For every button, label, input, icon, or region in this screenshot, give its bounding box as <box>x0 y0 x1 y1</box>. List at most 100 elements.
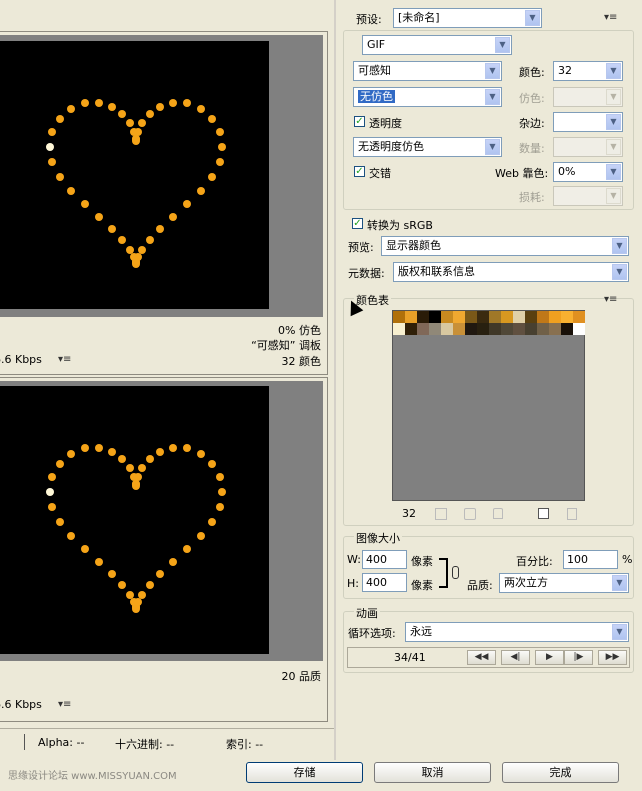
color-table-menu-icon[interactable]: ▾≡ <box>604 294 617 305</box>
matte-select[interactable]: ▼ <box>553 112 623 132</box>
heart-dot <box>145 455 154 464</box>
top-preview-canvas[interactable] <box>0 41 269 309</box>
heart-dot <box>197 531 206 540</box>
interlaced-label: 交错 <box>369 167 391 180</box>
heart-dot <box>94 557 103 566</box>
palette-select[interactable]: 可感知 ▼ <box>353 61 502 81</box>
color-swatch[interactable] <box>441 311 453 323</box>
color-swatch[interactable] <box>549 311 561 323</box>
color-swatch[interactable] <box>561 323 573 335</box>
web-snap-select[interactable]: 0% ▼ <box>553 162 623 182</box>
dither-select[interactable]: 无仿色 ▼ <box>353 87 502 107</box>
interlaced-checkbox[interactable]: ✓ <box>354 166 365 177</box>
top-preview-pane: 0% 仿色 “可感知” 调板 6.6 Kbps ▾≡ 32 颜色 <box>0 31 328 375</box>
color-swatch[interactable] <box>573 311 585 323</box>
metadata-select[interactable]: 版权和联系信息 ▼ <box>393 262 629 282</box>
metadata-label: 元数据: <box>348 267 385 280</box>
color-swatch[interactable] <box>441 323 453 335</box>
heart-dot <box>48 127 57 136</box>
color-swatch[interactable] <box>561 311 573 323</box>
first-frame-button[interactable]: ◀◀ <box>467 650 496 665</box>
status-divider <box>24 734 25 750</box>
color-swatch[interactable] <box>489 323 501 335</box>
color-swatch[interactable] <box>537 323 549 335</box>
width-field[interactable]: 400 <box>362 550 407 569</box>
preset-value: [未命名] <box>398 11 440 24</box>
heart-dot <box>169 443 178 452</box>
color-swatch[interactable] <box>477 311 489 323</box>
amount-label: 数量: <box>519 142 545 155</box>
heart-dot <box>208 172 217 181</box>
top-menu-icon[interactable]: ▾≡ <box>58 354 71 365</box>
new-color-icon[interactable] <box>538 508 549 519</box>
heart-dot <box>156 447 165 456</box>
pane-divider <box>334 0 336 760</box>
convert-srgb-checkbox[interactable]: ✓ <box>352 218 363 229</box>
heart-dot <box>208 517 217 526</box>
preset-menu-icon[interactable]: ▾≡ <box>604 12 617 23</box>
color-swatch[interactable] <box>417 323 429 335</box>
color-swatch[interactable] <box>393 311 405 323</box>
color-swatch[interactable] <box>429 311 441 323</box>
next-frame-button[interactable]: |▶ <box>564 650 593 665</box>
color-table[interactable] <box>392 310 585 501</box>
heart-dot <box>215 472 224 481</box>
heart-dot <box>55 114 64 123</box>
heart-dot <box>197 104 206 113</box>
transparency-checkbox[interactable]: ✓ <box>354 116 365 127</box>
heart-dot <box>183 545 192 554</box>
color-swatch[interactable] <box>405 323 417 335</box>
color-swatch[interactable] <box>429 323 441 335</box>
play-button[interactable]: ▶ <box>535 650 564 665</box>
color-swatch[interactable] <box>465 311 477 323</box>
bottom-menu-icon[interactable]: ▾≡ <box>58 699 71 710</box>
preview-select[interactable]: 显示器颜色 ▼ <box>381 236 629 256</box>
chevron-down-icon: ▼ <box>485 89 500 105</box>
heart-dot <box>107 447 116 456</box>
dither-amount-select: ▼ <box>553 87 623 107</box>
chevron-down-icon: ▼ <box>485 63 500 79</box>
color-swatch[interactable] <box>537 311 549 323</box>
color-swatch[interactable] <box>573 323 585 335</box>
preset-select[interactable]: [未命名] ▼ <box>393 8 542 28</box>
heart-dot <box>131 134 140 143</box>
color-swatch[interactable] <box>525 311 537 323</box>
web-snap-value: 0% <box>558 165 576 178</box>
quality-select[interactable]: 两次立方 ▼ <box>499 573 629 593</box>
color-swatch[interactable] <box>405 311 417 323</box>
color-swatch[interactable] <box>549 323 561 335</box>
color-swatch[interactable] <box>501 311 513 323</box>
color-swatch[interactable] <box>525 323 537 335</box>
prev-frame-button[interactable]: ◀| <box>501 650 530 665</box>
convert-srgb-label: 转换为 sRGB <box>367 219 433 232</box>
preset-label: 预设: <box>356 13 382 26</box>
color-swatch[interactable] <box>489 311 501 323</box>
swatch-grid[interactable] <box>393 311 586 337</box>
heart-dot <box>156 102 165 111</box>
heart-dot <box>94 98 103 107</box>
percent-field[interactable]: 100 <box>563 550 618 569</box>
color-swatch[interactable] <box>513 311 525 323</box>
done-button[interactable]: 完成 <box>502 762 619 783</box>
color-swatch[interactable] <box>453 323 465 335</box>
color-swatch[interactable] <box>501 323 513 335</box>
color-swatch[interactable] <box>465 323 477 335</box>
index-readout: 索引: -- <box>226 738 264 751</box>
colors-select[interactable]: 32 ▼ <box>553 61 623 81</box>
color-swatch[interactable] <box>453 311 465 323</box>
bottom-preview-canvas[interactable] <box>0 386 269 654</box>
transparency-dither-select[interactable]: 无透明度仿色 ▼ <box>353 137 502 157</box>
frame-counter: 34/41 <box>394 651 426 664</box>
image-size-title: 图像大小 <box>354 530 402 546</box>
color-swatch[interactable] <box>477 323 489 335</box>
last-frame-button[interactable]: ▶▶ <box>598 650 627 665</box>
cancel-button[interactable]: 取消 <box>374 762 491 783</box>
color-swatch[interactable] <box>393 323 405 335</box>
height-field[interactable]: 400 <box>362 573 407 592</box>
color-swatch[interactable] <box>417 311 429 323</box>
format-select[interactable]: GIF ▼ <box>362 35 512 55</box>
save-button[interactable]: 存储 <box>246 762 363 783</box>
loop-select[interactable]: 永远 ▼ <box>405 622 629 642</box>
link-icon[interactable] <box>452 566 459 579</box>
color-swatch[interactable] <box>513 323 525 335</box>
